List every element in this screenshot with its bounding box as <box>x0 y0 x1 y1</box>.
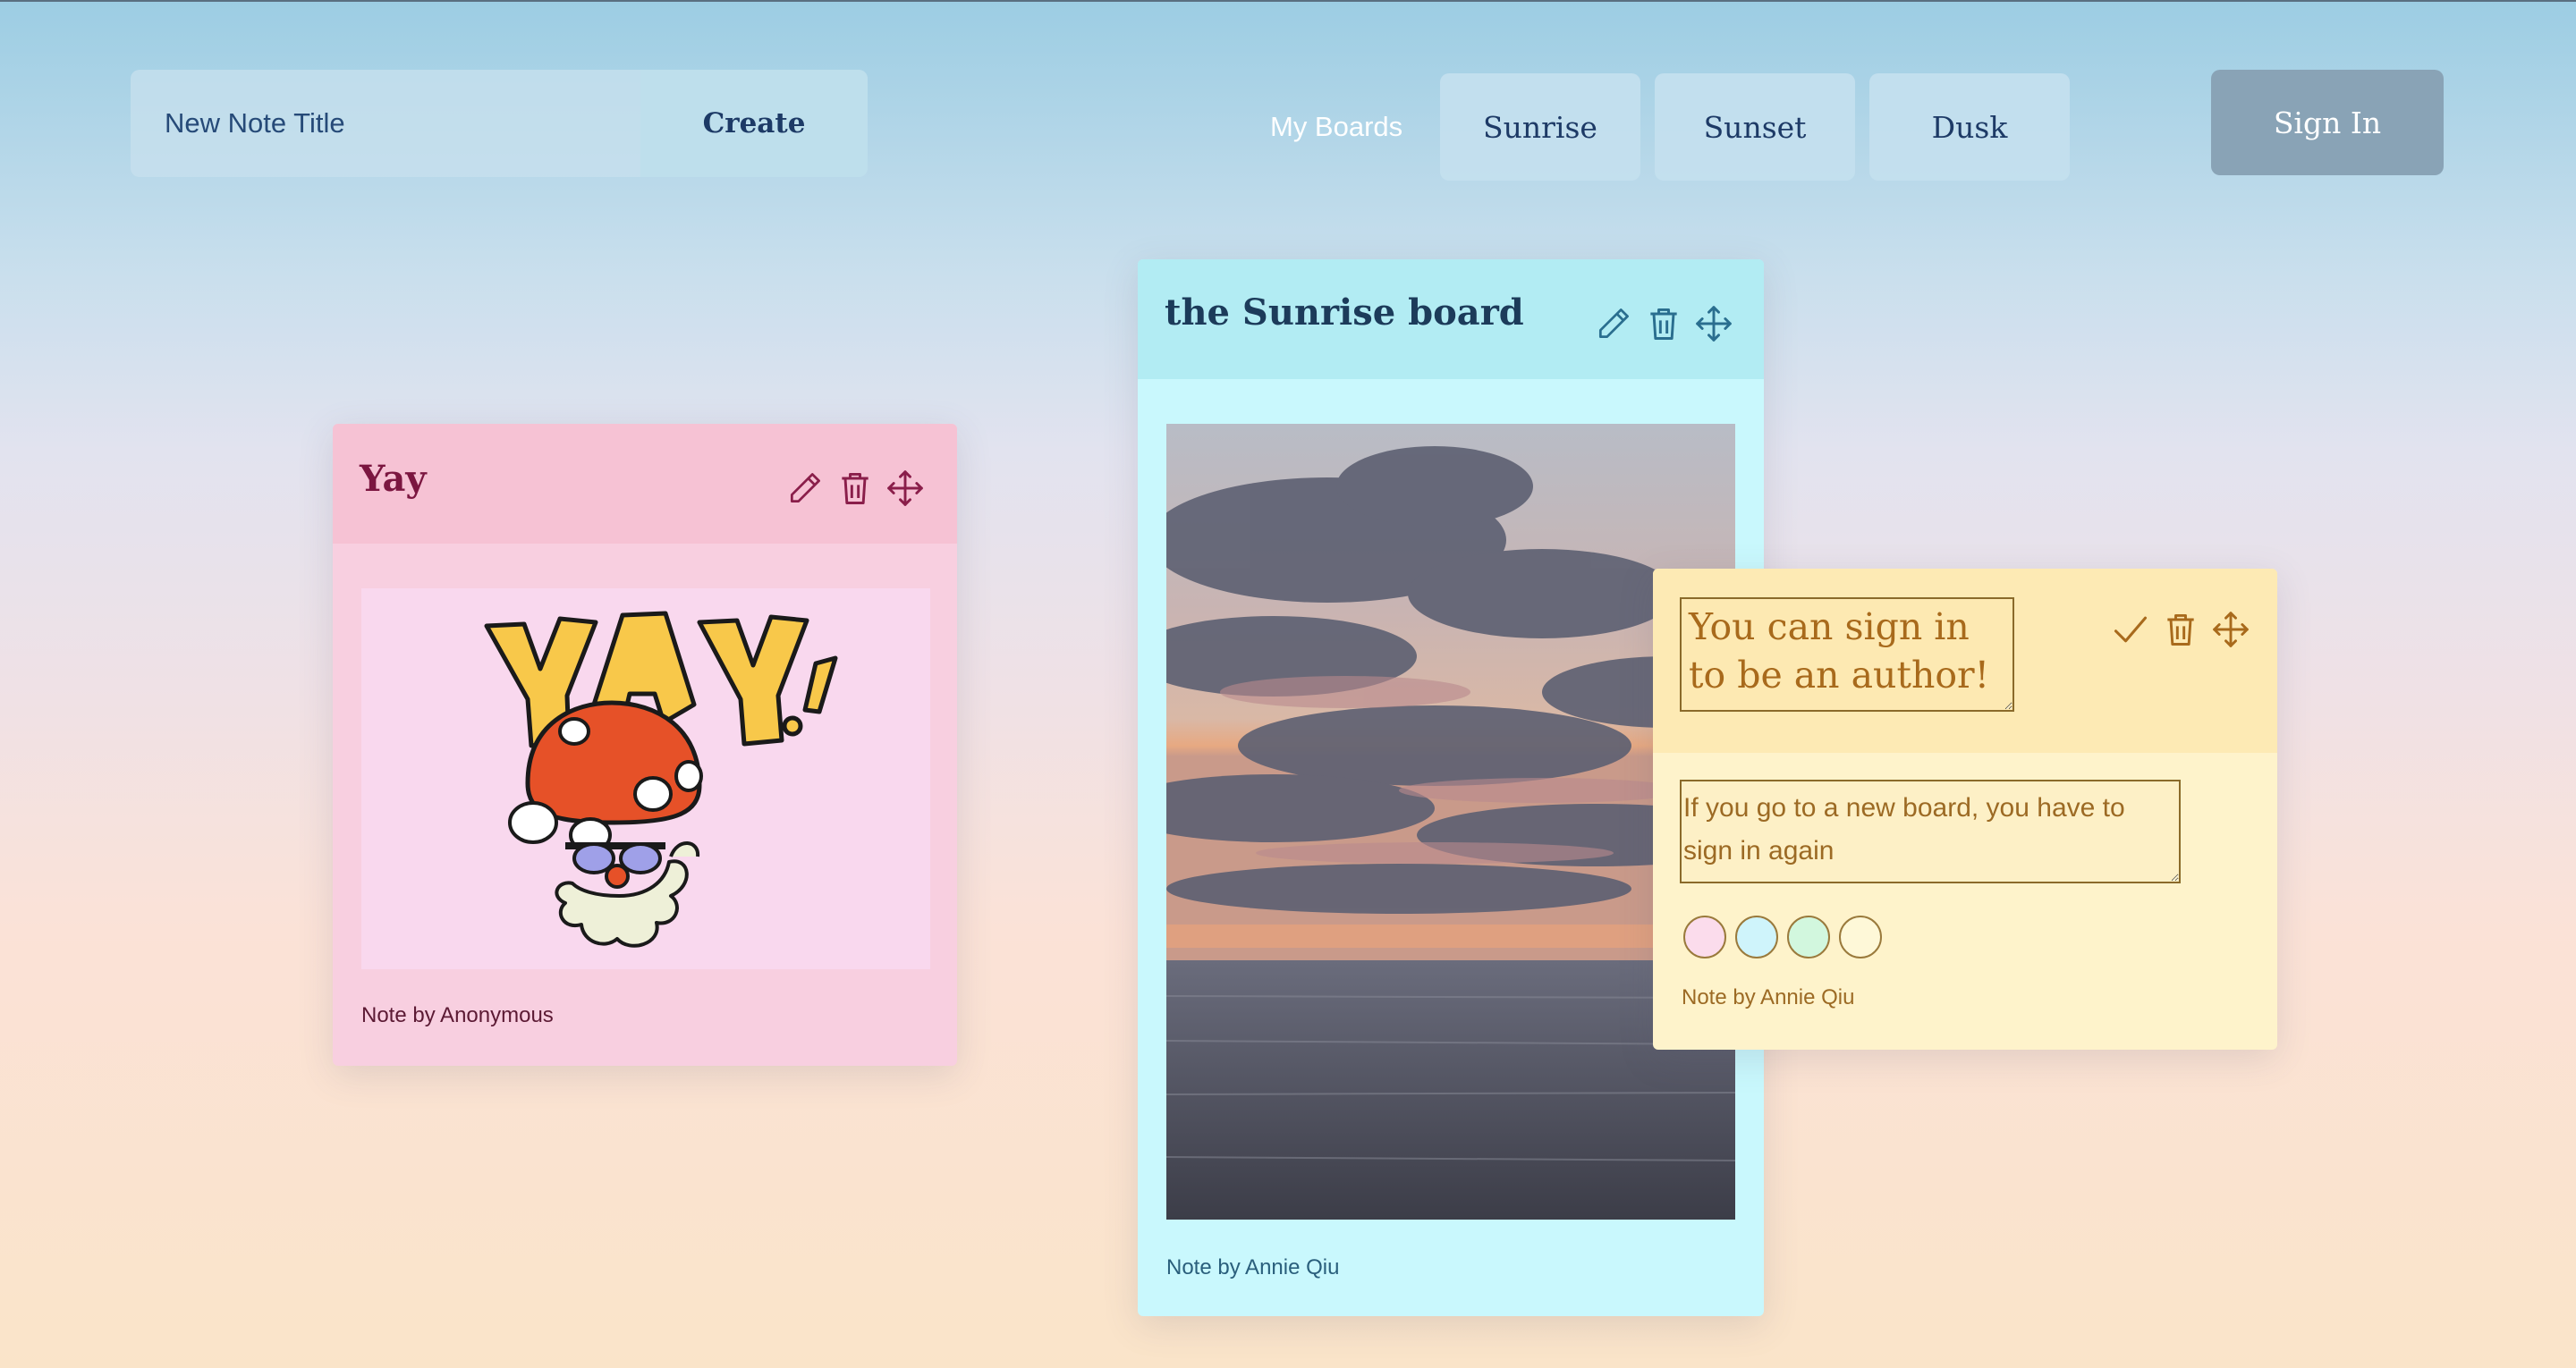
note-title: Yay <box>360 458 427 500</box>
note-header[interactable]: Yay <box>333 424 957 544</box>
trash-icon[interactable] <box>2161 610 2200 649</box>
note-card-sign-in[interactable]: You can sign in to be an author! If you … <box>1653 569 2277 1050</box>
move-icon[interactable] <box>886 469 925 508</box>
note-header[interactable]: the Sunrise board <box>1138 259 1764 379</box>
board-tab-dusk[interactable]: Dusk <box>1869 73 2070 181</box>
check-icon[interactable] <box>2111 610 2150 649</box>
note-byline: Note by Annie Qiu <box>1166 1255 1340 1279</box>
move-icon[interactable] <box>1694 304 1733 343</box>
window-top-border <box>0 0 2576 2</box>
create-button[interactable]: Create <box>640 70 868 177</box>
note-title-editor[interactable]: You can sign in to be an author! <box>1680 597 2014 712</box>
note-byline: Note by Anonymous <box>361 1003 554 1027</box>
yay-mushroom-image <box>361 588 930 969</box>
board-tab-sunset[interactable]: Sunset <box>1655 73 1855 181</box>
new-note-title-input[interactable] <box>131 70 640 177</box>
trash-icon[interactable] <box>1644 304 1683 343</box>
note-byline: Note by Annie Qiu <box>1682 985 1855 1009</box>
sign-in-button[interactable]: Sign In <box>2211 70 2444 175</box>
pencil-icon[interactable] <box>785 469 825 508</box>
swatch-green[interactable] <box>1787 916 1830 958</box>
pencil-icon[interactable] <box>1594 304 1633 343</box>
trash-icon[interactable] <box>835 469 875 508</box>
note-card-yay[interactable]: Yay Note by Anonymous <box>333 424 957 1066</box>
swatch-yellow[interactable] <box>1839 916 1882 958</box>
note-header[interactable]: You can sign in to be an author! <box>1653 569 2277 753</box>
note-title: the Sunrise board <box>1165 291 1524 334</box>
swatch-cyan[interactable] <box>1735 916 1778 958</box>
note-body-editor[interactable]: If you go to a new board, you have to si… <box>1680 780 2181 883</box>
move-icon[interactable] <box>2211 610 2250 649</box>
board-tab-sunrise[interactable]: Sunrise <box>1440 73 1640 181</box>
color-swatches <box>1683 916 1882 958</box>
sunset-clouds-photo <box>1166 424 1735 1220</box>
my-boards-label: My Boards <box>1270 111 1403 142</box>
note-toolbar <box>1594 304 1733 343</box>
note-toolbar <box>785 469 925 508</box>
swatch-pink[interactable] <box>1683 916 1726 958</box>
note-toolbar <box>2111 610 2250 649</box>
new-note-form: Create <box>131 70 868 177</box>
